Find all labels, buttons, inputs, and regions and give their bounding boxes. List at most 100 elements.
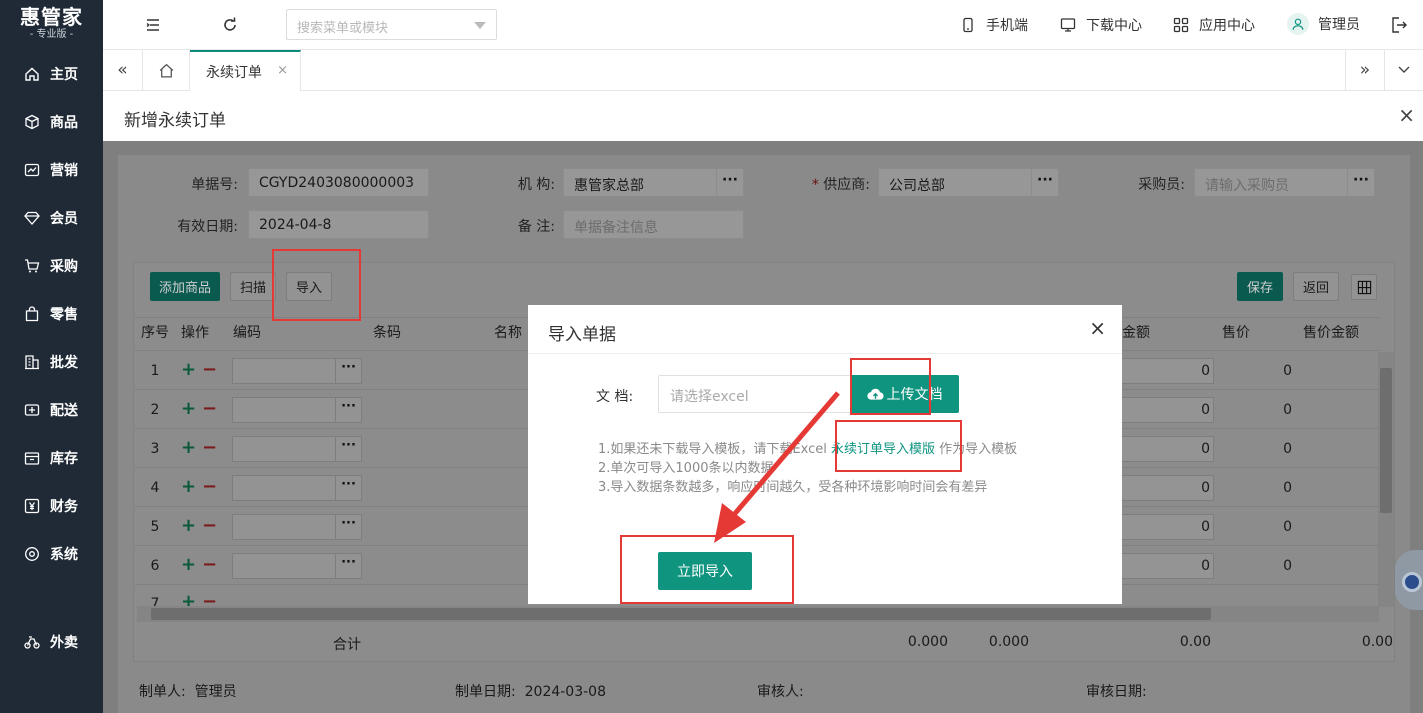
code-cell[interactable]: ··· [232, 514, 362, 540]
sidebar-item-member[interactable]: 会员 [0, 198, 103, 238]
scan-button[interactable]: 扫描 [230, 272, 276, 301]
double-chevron-right-icon: » [1359, 60, 1371, 80]
page-close-icon[interactable]: × [1398, 103, 1415, 127]
add-row-icon[interactable]: + [181, 591, 196, 606]
remove-row-icon[interactable]: − [202, 554, 217, 575]
buyer-field[interactable]: 请输入采购员 ··· [1194, 168, 1375, 197]
note-placeholder: 单据备注信息 [574, 220, 658, 236]
save-button[interactable]: 保存 [1237, 272, 1283, 301]
sidebar-item-delivery[interactable]: 配送 [0, 390, 103, 430]
tabs-scroll-left[interactable]: « [103, 50, 143, 90]
sidebar-item-wholesale[interactable]: 批发 [0, 342, 103, 382]
app-center-link[interactable]: 应用中心 [1173, 15, 1255, 35]
back-button[interactable]: 返回 [1293, 272, 1339, 301]
more-icon[interactable]: ··· [716, 169, 743, 196]
assistant-widget[interactable] [1395, 550, 1423, 610]
more-icon[interactable]: ··· [335, 515, 361, 539]
remove-row-icon[interactable]: − [202, 359, 217, 380]
supplier-label-text: 供应商: [823, 177, 870, 193]
buyer-label: 采购员: [1138, 177, 1185, 193]
add-row-icon[interactable]: + [181, 359, 196, 380]
tab-home[interactable] [143, 50, 190, 90]
delivery-icon [24, 402, 40, 418]
menu-toggle-icon[interactable] [143, 15, 163, 35]
sidebar-item-purchase[interactable]: 采购 [0, 246, 103, 286]
sidebar-item-label: 财务 [50, 499, 78, 515]
grid-icon [1357, 280, 1371, 294]
dialog-title: 导入单据 [548, 325, 616, 345]
add-goods-button[interactable]: 添加商品 [150, 272, 220, 301]
search-placeholder: 搜索菜单或模块 [297, 21, 389, 36]
home-icon [24, 66, 40, 82]
sidebar-item-goods[interactable]: 商品 [0, 102, 103, 142]
code-cell[interactable]: ··· [232, 436, 362, 462]
sidebar-item-marketing[interactable]: 营销 [0, 150, 103, 190]
tabs-menu[interactable] [1385, 50, 1423, 90]
scrollbar-thumb[interactable] [151, 608, 1211, 620]
code-cell[interactable]: ··· [232, 397, 362, 423]
more-icon[interactable]: ··· [335, 476, 361, 500]
more-icon[interactable]: ··· [335, 554, 361, 578]
refresh-icon[interactable] [220, 15, 240, 35]
add-row-icon[interactable]: + [181, 515, 196, 536]
price-value: 0 [1283, 480, 1292, 496]
download-center-link[interactable]: 下载中心 [1060, 15, 1142, 35]
sidebar-item-label: 主页 [50, 67, 78, 83]
remove-row-icon[interactable]: − [202, 476, 217, 497]
supplier-field[interactable]: 公司总部 ··· [878, 168, 1059, 197]
dialog-close-icon[interactable]: × [1089, 316, 1106, 340]
code-cell[interactable]: ··· [232, 358, 362, 384]
add-row-icon[interactable]: + [181, 554, 196, 575]
remove-row-icon[interactable]: − [202, 515, 217, 536]
home-icon [159, 63, 173, 78]
chart-icon [24, 162, 40, 178]
row-seq: 6 [150, 558, 160, 574]
more-icon[interactable]: ··· [335, 359, 361, 383]
tab-close-icon[interactable]: × [277, 63, 288, 78]
remove-row-icon[interactable]: − [202, 437, 217, 458]
org-label: 机 构: [517, 177, 555, 193]
tab-perpetual-order[interactable]: 永续订单 × [190, 50, 301, 91]
add-row-icon[interactable]: + [181, 398, 196, 419]
total-quantity-2: 0.000 [988, 634, 1029, 650]
vertical-scrollbar[interactable] [1378, 352, 1394, 607]
reviewer-label: 审核人: [757, 684, 804, 700]
sidebar-item-finance[interactable]: 财务 [0, 486, 103, 526]
scrollbar-thumb[interactable] [1380, 368, 1392, 513]
valid-date-field[interactable]: 2024-04-8 [248, 210, 429, 239]
code-cell[interactable]: ··· [232, 475, 362, 501]
more-icon[interactable]: ··· [335, 398, 361, 422]
remove-row-icon[interactable]: − [202, 398, 217, 419]
add-row-icon[interactable]: + [181, 437, 196, 458]
search-input[interactable]: 搜索菜单或模块 [286, 9, 497, 40]
amount-value: 0 [1201, 363, 1210, 379]
sidebar-item-home[interactable]: 主页 [0, 54, 103, 94]
mobile-link[interactable]: 手机端 [960, 15, 1028, 35]
annotation-box [850, 358, 931, 415]
sidebar-item-takeout[interactable]: 外卖 [0, 622, 103, 662]
more-icon[interactable]: ··· [335, 437, 361, 461]
org-field[interactable]: 惠管家总部 ··· [563, 168, 744, 197]
more-icon[interactable]: ··· [1031, 169, 1058, 196]
yen-icon [24, 498, 40, 514]
sidebar-item-system[interactable]: 系统 [0, 534, 103, 574]
column-header-name: 名称 [494, 325, 522, 341]
user-menu[interactable]: 管理员 [1287, 13, 1360, 35]
logout-icon[interactable] [1389, 15, 1409, 35]
horizontal-scrollbar[interactable] [137, 606, 1379, 622]
sidebar-item-label: 配送 [50, 403, 78, 419]
code-cell[interactable]: ··· [232, 553, 362, 579]
note-field[interactable]: 单据备注信息 [563, 210, 744, 239]
total-amount: 0.00 [1179, 634, 1211, 650]
sidebar-item-inventory[interactable]: 库存 [0, 438, 103, 478]
column-settings-button[interactable] [1351, 274, 1377, 300]
sidebar-item-retail[interactable]: 零售 [0, 294, 103, 334]
cube-icon [24, 114, 40, 130]
remove-row-icon[interactable]: − [202, 591, 217, 606]
add-row-icon[interactable]: + [181, 476, 196, 497]
column-header-op: 操作 [181, 325, 209, 341]
annotation-arrow [714, 391, 840, 543]
tabs-scroll-right[interactable]: » [1345, 50, 1385, 90]
more-icon[interactable]: ··· [1347, 169, 1374, 196]
mobile-icon [963, 17, 973, 33]
